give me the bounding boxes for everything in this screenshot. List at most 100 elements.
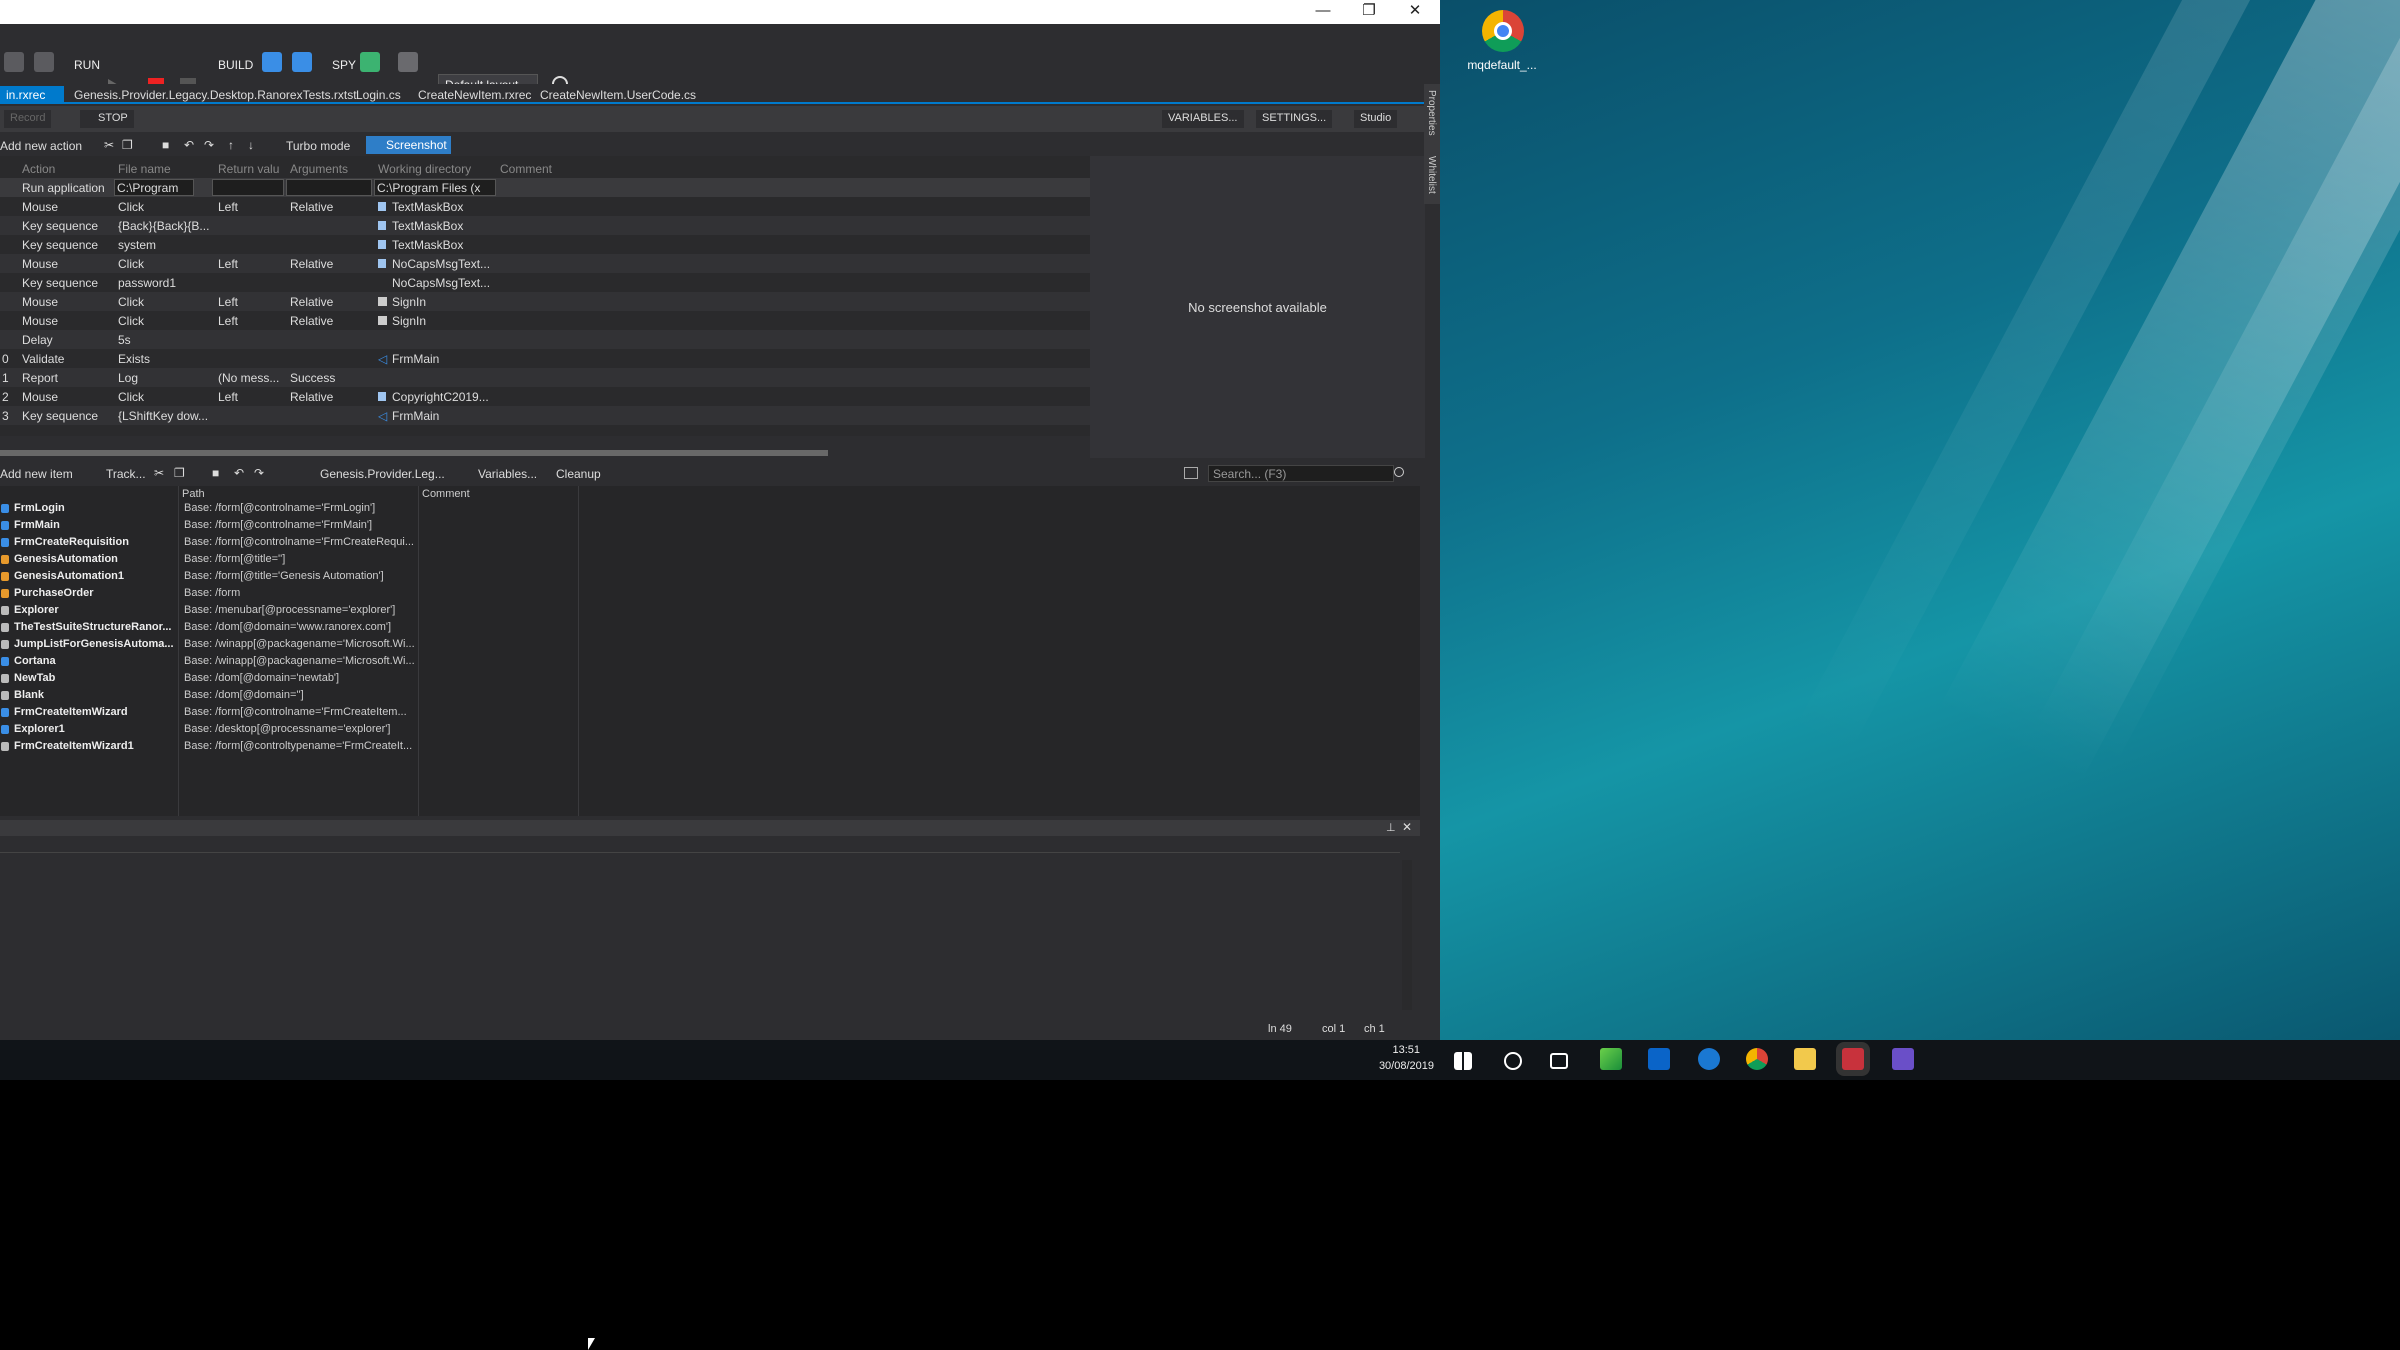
track-button[interactable]: Track... <box>106 467 146 481</box>
target-icon <box>378 202 386 211</box>
redo-icon[interactable]: ↷ <box>204 138 214 152</box>
table-row[interactable]: Key sequence password1 NoCapsMsgText... <box>0 273 1090 292</box>
windows-start-icon[interactable] <box>1454 1052 1472 1070</box>
repository-item[interactable]: JumpListForGenesisAutoma... Base: /winapp… <box>0 636 1420 653</box>
pin-icon[interactable]: ⊥ <box>1386 821 1396 834</box>
table-row[interactable]: 2 Mouse Click Left Relative CopyrightC20… <box>0 387 1090 406</box>
delete-icon[interactable]: ■ <box>212 466 219 480</box>
tools-icon[interactable] <box>360 52 380 72</box>
copy-icon[interactable]: ❐ <box>122 138 133 152</box>
turbo-mode-button[interactable]: Turbo mode <box>286 139 350 153</box>
chrome-icon[interactable] <box>1746 1048 1768 1070</box>
redo-icon[interactable]: ↷ <box>254 466 264 480</box>
stop-button[interactable]: STOP <box>80 110 134 128</box>
desktop-shortcut-chrome[interactable]: mqdefault_... <box>1462 8 1537 78</box>
tab-login-cs[interactable]: Login.cs <box>350 86 407 104</box>
repository-select[interactable]: Genesis.Provider.Leg... <box>320 467 445 481</box>
tab-createnewitem-rxrec[interactable]: CreateNewItem.rxrec <box>412 86 537 104</box>
table-row[interactable]: Mouse Click Left Relative TextMaskBox <box>0 197 1090 216</box>
table-row[interactable]: Delay 5s <box>0 330 1090 349</box>
cut-icon[interactable]: ✂ <box>154 466 164 480</box>
restore-button[interactable]: ❐ <box>1346 0 1392 24</box>
close-button[interactable]: ✕ <box>1392 0 1438 24</box>
arguments-dropdown[interactable] <box>286 179 372 196</box>
variables-button[interactable]: Variables... <box>478 467 537 481</box>
file-name-dropdown[interactable]: C:\Program <box>114 179 194 196</box>
export-icon[interactable] <box>292 52 312 72</box>
studio-button[interactable]: Studio <box>1354 110 1398 128</box>
repository-item[interactable]: FrmCreateRequisition Base: /form[@control… <box>0 534 1420 551</box>
table-row[interactable]: 1 Report Log (No mess... Success <box>0 368 1090 387</box>
repository-item[interactable]: GenesisAutomation Base: /form[@title=''] <box>0 551 1420 568</box>
edge-icon[interactable] <box>1698 1048 1720 1070</box>
screenshot-toggle[interactable]: Screenshot <box>366 136 451 154</box>
settings-sliders-icon[interactable] <box>398 52 418 72</box>
actions-horizontal-scrollbar[interactable] <box>0 448 1090 458</box>
properties-tab[interactable]: Properties <box>1426 90 1437 136</box>
working-directory-dropdown[interactable]: C:\Program Files (x <box>374 179 496 196</box>
file-explorer-icon[interactable] <box>1794 1048 1816 1070</box>
repository-item-path: Base: /form[@controlname='FrmMain'] <box>184 519 373 531</box>
cleanup-button[interactable]: Cleanup <box>556 467 601 481</box>
repository-item[interactable]: Cortana Base: /winapp[@packagename='Micro… <box>0 653 1420 670</box>
run-button[interactable]: RUN <box>74 58 100 72</box>
visual-studio-icon[interactable] <box>1892 1048 1914 1070</box>
repository-item[interactable]: NewTab Base: /dom[@domain='newtab'] <box>0 670 1420 687</box>
kotlin-app-icon[interactable] <box>1600 1048 1622 1070</box>
table-row[interactable]: Mouse Click Left Relative NoCapsMsgText.… <box>0 254 1090 273</box>
minimize-button[interactable]: — <box>1300 0 1346 24</box>
whitelist-tab[interactable]: Whitelist <box>1426 156 1437 194</box>
delete-icon[interactable]: ■ <box>162 138 169 152</box>
table-row[interactable]: Mouse Click Left Relative SignIn <box>0 292 1090 311</box>
repository-item[interactable]: FrmMain Base: /form[@controlname='FrmMain… <box>0 517 1420 534</box>
repository-item[interactable]: Explorer Base: /menubar[@processname='exp… <box>0 602 1420 619</box>
table-row[interactable]: Mouse Click Left Relative SignIn <box>0 311 1090 330</box>
copy-icon[interactable]: ❐ <box>174 466 185 480</box>
repository-item[interactable]: PurchaseOrder Base: /form <box>0 585 1420 602</box>
grid-view-icon[interactable] <box>1184 467 1198 479</box>
return-value-dropdown[interactable] <box>212 179 284 196</box>
repository-item[interactable]: Explorer1 Base: /desktop[@processname='ex… <box>0 721 1420 738</box>
repository-item-path: Base: /dom[@domain='newtab'] <box>184 672 340 684</box>
scrollbar-thumb[interactable] <box>0 450 828 456</box>
settings-button[interactable]: SETTINGS... <box>1256 110 1333 128</box>
task-view-icon[interactable] <box>1550 1053 1568 1069</box>
repository-item[interactable]: FrmCreateItemWizard1 Base: /form[@control… <box>0 738 1420 755</box>
cortana-icon[interactable] <box>1504 1052 1522 1070</box>
repository-item[interactable]: TheTestSuiteStructureRanor... Base: /dom[… <box>0 619 1420 636</box>
deploy-icon[interactable] <box>262 52 282 72</box>
build-button[interactable]: BUILD <box>218 58 253 72</box>
close-icon[interactable]: ✕ <box>1402 820 1412 834</box>
cut-icon[interactable]: ✂ <box>104 138 114 152</box>
record-button[interactable]: Record <box>4 110 52 128</box>
table-row[interactable]: Run application C:\Program C:\Program Fi… <box>0 178 1090 197</box>
repository-item[interactable]: Blank Base: /dom[@domain=''] <box>0 687 1420 704</box>
table-row[interactable]: Key sequence system TextMaskBox <box>0 235 1090 254</box>
undo-icon[interactable]: ↶ <box>184 138 194 152</box>
shield-icon[interactable] <box>34 52 54 72</box>
clock-date[interactable]: 30/08/2019 <box>1360 1060 1434 1072</box>
tab-testsuite[interactable]: Genesis.Provider.Legacy.Desktop.RanorexT… <box>68 86 363 104</box>
repository-item[interactable]: GenesisAutomation1 Base: /form[@title='Ge… <box>0 568 1420 585</box>
output-scrollbar[interactable] <box>1402 860 1412 1010</box>
search-input[interactable]: Search... (F3) <box>1208 465 1394 482</box>
table-row[interactable]: 0 Validate Exists ◁ FrmMain <box>0 349 1090 368</box>
clock-time[interactable]: 13:51 <box>1380 1044 1420 1056</box>
spy-button[interactable]: SPY <box>332 58 356 72</box>
outlook-icon[interactable] <box>1648 1048 1670 1070</box>
recorder-icon[interactable] <box>4 52 24 72</box>
tab-login-rxrec[interactable]: in.rxrec <box>0 86 64 104</box>
repository-item[interactable]: FrmLogin Base: /form[@controlname='FrmLog… <box>0 500 1420 517</box>
tab-createnewitem-usercode[interactable]: CreateNewItem.UserCode.cs <box>534 86 702 104</box>
repository-item[interactable]: FrmCreateItemWizard Base: /form[@controln… <box>0 704 1420 721</box>
ranorex-icon[interactable] <box>1842 1048 1864 1070</box>
move-down-icon[interactable]: ↓ <box>248 138 254 152</box>
undo-icon[interactable]: ↶ <box>234 466 244 480</box>
table-row[interactable]: 3 Key sequence {LShiftKey dow... ◁ FrmMa… <box>0 406 1090 425</box>
table-row[interactable]: Key sequence {Back}{Back}{B... TextMaskB… <box>0 216 1090 235</box>
add-new-action-button[interactable]: Add new action <box>0 139 82 153</box>
variables-button[interactable]: VARIABLES... <box>1162 110 1244 128</box>
move-up-icon[interactable]: ↑ <box>228 138 234 152</box>
search-icon[interactable] <box>1394 467 1404 477</box>
add-new-item-button[interactable]: Add new item <box>0 467 73 481</box>
